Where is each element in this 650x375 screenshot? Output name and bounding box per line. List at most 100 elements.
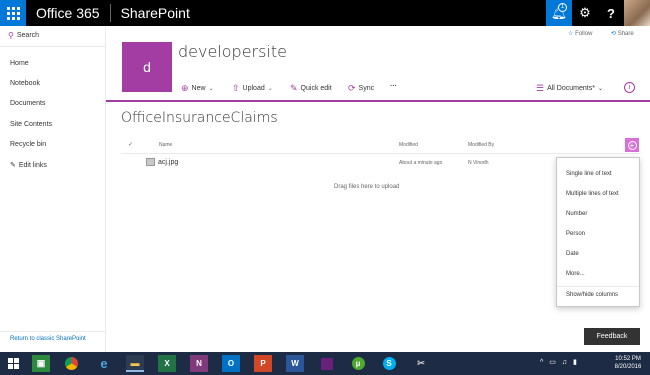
quick-edit-label: Quick edit — [300, 85, 332, 92]
drag-drop-hint: Drag files here to upload — [334, 184, 400, 190]
view-selector[interactable]: ☰ All Documents* ⌄ — [536, 83, 603, 94]
search-divider — [0, 46, 106, 47]
edit-links-button[interactable]: ✎ Edit links — [10, 161, 47, 170]
sync-icon: ⟳ — [348, 83, 356, 93]
nav-item-notebook[interactable]: Notebook — [10, 80, 40, 87]
clock-date: 8/20/2016 — [614, 364, 642, 370]
settings-button[interactable]: ⚙ — [572, 0, 598, 26]
quick-edit-button[interactable]: ✎ Quick edit — [290, 83, 332, 94]
file-name-link[interactable]: acj.jpg — [158, 159, 178, 166]
outlook-icon[interactable]: O — [222, 355, 240, 372]
nav-item-site-contents[interactable]: Site Contents — [10, 121, 52, 128]
menu-item-multiple-lines[interactable]: Multiple lines of text — [566, 191, 619, 197]
view-selector-label: All Documents* — [547, 85, 595, 92]
snipping-tool-icon[interactable]: ✂ — [412, 355, 430, 372]
chevron-down-icon: ⌄ — [267, 86, 273, 92]
column-header-modified-by[interactable]: Modified By — [468, 142, 494, 148]
plus-circle-icon: + — [627, 140, 637, 150]
store-app-icon[interactable]: ▣ — [32, 355, 50, 372]
suite-bar: Office 365 SharePoint 🔔︎ 1 ⚙ ? — [0, 0, 650, 26]
image-file-icon — [146, 158, 155, 166]
add-column-button[interactable]: + — [625, 138, 639, 152]
menu-item-date[interactable]: Date — [566, 251, 579, 257]
sharepoint-app-link[interactable]: SharePoint — [111, 0, 190, 26]
chevron-down-icon: ⌄ — [208, 86, 214, 92]
gear-icon: ⚙ — [579, 5, 591, 20]
column-header-name[interactable]: Name — [159, 142, 172, 148]
list-view-icon: ☰ — [536, 83, 545, 93]
clock-time: 10:52 PM — [615, 356, 641, 362]
info-icon: i — [628, 84, 631, 91]
add-column-menu: Single line of text Multiple lines of te… — [556, 157, 640, 307]
nav-item-recycle-bin[interactable]: Recycle bin — [10, 141, 46, 148]
system-tray[interactable]: ^ ▭ ♫ ▮ — [540, 358, 579, 366]
select-all-check-icon[interactable]: ✓ — [128, 141, 133, 148]
info-pane-button[interactable]: i — [624, 82, 635, 93]
start-button[interactable] — [0, 352, 26, 375]
skype-icon[interactable]: S — [380, 355, 398, 372]
feedback-button[interactable]: Feedback — [584, 328, 640, 345]
menu-item-single-line[interactable]: Single line of text — [566, 171, 612, 177]
search-label: Search — [16, 32, 40, 39]
onenote-icon[interactable]: N — [190, 355, 208, 372]
upload-button[interactable]: ⇧ Upload ⌄ — [232, 83, 273, 94]
office365-brand-link[interactable]: Office 365 — [26, 0, 110, 26]
return-divider — [0, 331, 106, 332]
share-icon: ⟲ — [611, 31, 617, 37]
menu-item-person[interactable]: Person — [566, 231, 585, 237]
chevron-down-icon: ⌄ — [597, 86, 603, 92]
word-icon[interactable]: W — [286, 355, 304, 372]
share-label: Share — [617, 31, 634, 37]
new-button[interactable]: ⊕ New ⌄ — [181, 83, 214, 94]
pencil-icon: ✎ — [290, 83, 298, 93]
plus-circle-icon: ⊕ — [181, 83, 189, 93]
chrome-icon[interactable] — [62, 355, 80, 372]
column-header-modified[interactable]: Modified — [399, 142, 418, 148]
waffle-icon — [6, 6, 20, 20]
notifications-button[interactable]: 🔔︎ 1 — [546, 0, 572, 26]
utorrent-icon[interactable]: µ — [349, 355, 367, 372]
menu-item-show-hide-columns[interactable]: Show/hide columns — [566, 292, 618, 298]
menu-item-number[interactable]: Number — [566, 211, 587, 217]
help-icon: ? — [607, 5, 615, 21]
edit-links-label: Edit links — [18, 161, 47, 169]
search-box[interactable]: ⚲ Search — [8, 31, 39, 40]
sync-label: Sync — [358, 85, 375, 92]
sync-button[interactable]: ⟳ Sync — [348, 83, 374, 94]
star-icon: ☆ — [568, 31, 574, 37]
return-to-classic-link[interactable]: Return to classic SharePoint — [10, 336, 86, 342]
file-modified: About a minute ago — [399, 160, 443, 166]
user-avatar[interactable] — [624, 0, 650, 26]
taskbar-clock[interactable]: 10:52 PM 8/20/2016 — [608, 355, 648, 371]
edge-icon[interactable]: e — [95, 355, 113, 372]
file-explorer-icon[interactable]: ▬ — [126, 355, 144, 372]
visual-studio-icon[interactable] — [318, 355, 336, 372]
share-button[interactable]: ⟲ Share — [611, 30, 634, 37]
file-modified-by[interactable]: N Vinodh — [468, 160, 488, 166]
pencil-icon: ✎ — [10, 162, 16, 169]
site-logo[interactable]: d — [122, 42, 172, 92]
windows-taskbar: ▣ e ▬ X N O P W µ S ✂ ^ ▭ ♫ ▮ 10:52 PM 8… — [0, 352, 650, 375]
command-bar-underline — [106, 100, 650, 102]
windows-logo-icon — [7, 358, 19, 369]
excel-icon[interactable]: X — [158, 355, 176, 372]
notification-count-badge: 1 — [558, 3, 567, 12]
more-commands-button[interactable]: ··· — [390, 83, 397, 90]
follow-button[interactable]: ☆ Follow — [568, 30, 592, 37]
site-title[interactable]: developersite — [178, 42, 287, 61]
header-divider — [121, 153, 641, 154]
follow-label: Follow — [575, 31, 593, 37]
nav-item-home[interactable]: Home — [10, 60, 29, 67]
menu-item-more[interactable]: More... — [566, 271, 585, 277]
search-icon: ⚲ — [8, 31, 14, 40]
menu-divider — [557, 286, 639, 287]
list-title: OfficeInsuranceClaims — [121, 110, 278, 126]
new-label: New — [191, 85, 206, 92]
help-button[interactable]: ? — [598, 0, 624, 26]
left-navigation: ⚲ Search Home Notebook Documents Site Co… — [0, 26, 106, 352]
powerpoint-icon[interactable]: P — [254, 355, 272, 372]
ellipsis-icon: ··· — [390, 83, 397, 90]
app-launcher-button[interactable] — [0, 0, 26, 26]
nav-item-documents[interactable]: Documents — [10, 100, 45, 107]
upload-icon: ⇧ — [232, 83, 240, 93]
